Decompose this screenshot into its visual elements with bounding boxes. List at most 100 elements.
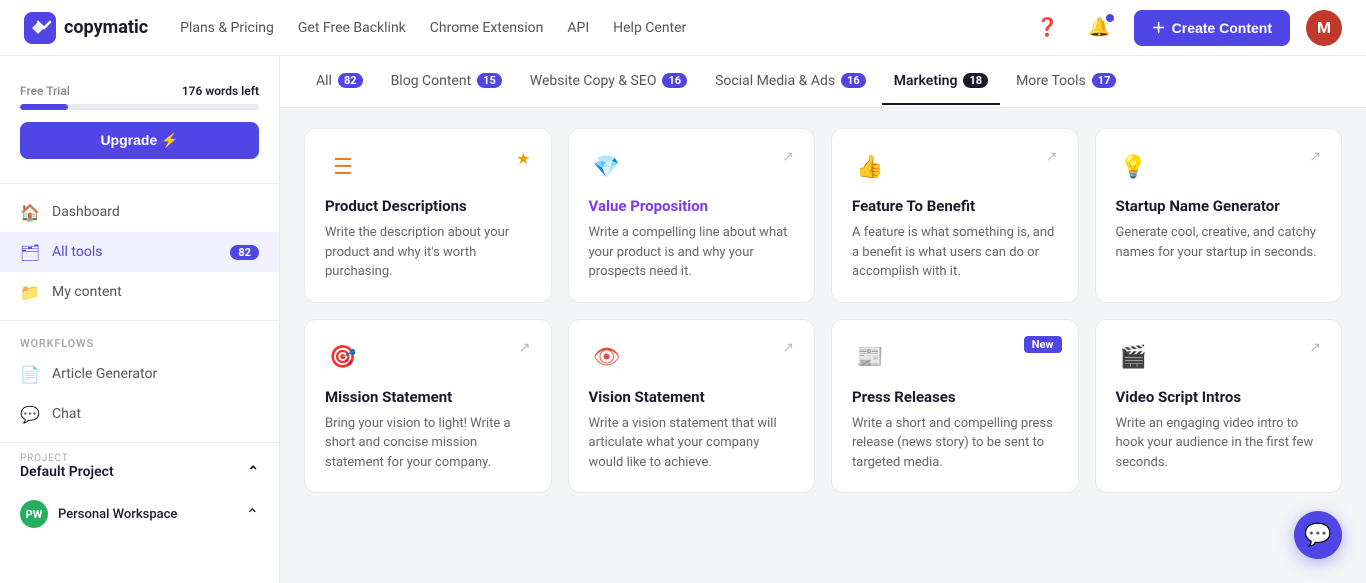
card-feature-benefit[interactable]: 👍 ↗ Feature To Benefit A feature is what…	[831, 128, 1079, 303]
arrow-icon: ↗	[782, 149, 794, 165]
logo[interactable]: copymatic	[24, 12, 148, 44]
project-section: PROJECT Default Project ⌃	[0, 442, 279, 490]
user-avatar[interactable]: M	[1306, 10, 1342, 46]
card-desc: Write the description about your product…	[325, 223, 531, 282]
tab-social[interactable]: Social Media & Ads 16	[703, 59, 878, 105]
card-mission[interactable]: 🎯 ↗ Mission Statement Bring your vision …	[304, 319, 552, 494]
mycontent-icon: 📁	[20, 282, 40, 302]
project-name[interactable]: Default Project ⌃	[20, 464, 259, 480]
free-trial-section: Free Trial 176 words left Upgrade ⚡	[0, 72, 279, 175]
personal-section[interactable]: PW Personal Workspace ⌃	[0, 490, 279, 538]
card-header: 🎬 ↗	[1116, 340, 1322, 376]
card-startup-name[interactable]: 💡 ↗ Startup Name Generator Generate cool…	[1095, 128, 1343, 303]
card-header: 📰 New	[852, 340, 1058, 376]
tab-more[interactable]: More Tools 17	[1004, 59, 1128, 105]
nav-right: ❓ 🔔 ＋ Create Content M	[1030, 10, 1342, 46]
sidebar: Free Trial 176 words left Upgrade ⚡ 🏠 Da…	[0, 56, 280, 583]
sidebar-item-article[interactable]: 📄 Article Generator	[0, 354, 279, 394]
arrow-icon: ↗	[782, 340, 794, 356]
card-header: ☰ ★	[325, 149, 531, 185]
star-icon: ★	[516, 149, 530, 168]
alltools-badge: 82	[230, 245, 259, 260]
mycontent-label: My content	[52, 284, 122, 300]
progress-bar	[20, 104, 259, 110]
new-badge: New	[1024, 336, 1062, 353]
tab-more-badge: 17	[1092, 73, 1117, 88]
brand-name: copymatic	[64, 17, 148, 38]
tab-website-badge: 16	[662, 73, 687, 88]
personal-chevron: ⌃	[246, 505, 259, 524]
free-trial-label: Free Trial	[20, 84, 70, 98]
article-icon: 📄	[20, 364, 40, 384]
main-content: All 82 Blog Content 15 Website Copy & SE…	[280, 56, 1366, 513]
card-press-releases[interactable]: 📰 New Press Releases Write a short and c…	[831, 319, 1079, 494]
card-desc: Write a vision statement that will artic…	[589, 414, 795, 473]
card-desc: Write an engaging video intro to hook yo…	[1116, 414, 1322, 473]
card-title: Product Descriptions	[325, 197, 531, 215]
card-title: Vision Statement	[589, 388, 795, 406]
progress-fill	[20, 104, 68, 110]
nav-chrome[interactable]: Chrome Extension	[430, 20, 544, 36]
nav-help[interactable]: Help Center	[613, 20, 686, 36]
tab-all[interactable]: All 82	[304, 59, 375, 105]
tab-blog-badge: 15	[477, 73, 502, 88]
card-icon: 👍	[852, 149, 888, 185]
card-header: 🎯 ↗	[325, 340, 531, 376]
create-content-btn[interactable]: ＋ Create Content	[1134, 10, 1290, 46]
workflows-label: Workflows	[0, 329, 279, 354]
card-desc: A feature is what something is, and a be…	[852, 223, 1058, 282]
card-title: Mission Statement	[325, 388, 531, 406]
sidebar-item-alltools[interactable]: 🗂 All tools 82	[0, 232, 279, 272]
help-icon-btn[interactable]: ❓	[1030, 10, 1066, 46]
arrow-icon: ↗	[1046, 149, 1058, 165]
chat-bubble[interactable]: 💬	[1294, 511, 1342, 559]
divider-1	[0, 183, 279, 184]
card-header: 💎 ↗	[589, 149, 795, 185]
cards-grid: ☰ ★ Product Descriptions Write the descr…	[280, 108, 1366, 513]
dashboard-label: Dashboard	[52, 204, 120, 220]
card-title: Startup Name Generator	[1116, 197, 1322, 215]
plus-icon: ＋	[1152, 18, 1166, 38]
notification-btn[interactable]: 🔔	[1082, 10, 1118, 46]
card-icon: 🎯	[325, 340, 361, 376]
nav-api[interactable]: API	[567, 20, 589, 36]
alltools-label: All tools	[52, 244, 102, 260]
card-icon: 🎬	[1116, 340, 1152, 376]
card-desc: Write a compelling line about what your …	[589, 223, 795, 282]
card-value-prop[interactable]: 💎 ↗ Value Proposition Write a compelling…	[568, 128, 816, 303]
chat-icon: 💬	[20, 404, 40, 424]
dashboard-icon: 🏠	[20, 202, 40, 222]
arrow-icon: ↗	[1309, 340, 1321, 356]
tab-marketing[interactable]: Marketing 18	[882, 59, 1000, 105]
tab-blog[interactable]: Blog Content 15	[379, 59, 514, 105]
logo-icon	[24, 12, 56, 44]
sidebar-item-dashboard[interactable]: 🏠 Dashboard	[0, 192, 279, 232]
card-icon: 📰	[852, 340, 888, 376]
card-icon: ☰	[325, 149, 361, 185]
project-chevron: ⌃	[247, 464, 259, 480]
personal-name: Personal Workspace	[58, 507, 236, 522]
tab-marketing-badge: 18	[963, 73, 988, 88]
card-header: 👍 ↗	[852, 149, 1058, 185]
card-vision[interactable]: 👁 ↗ Vision Statement Write a vision stat…	[568, 319, 816, 494]
card-video-script[interactable]: 🎬 ↗ Video Script Intros Write an engagin…	[1095, 319, 1343, 494]
tab-social-badge: 16	[841, 73, 866, 88]
sidebar-item-mycontent[interactable]: 📁 My content	[0, 272, 279, 312]
article-label: Article Generator	[52, 366, 157, 382]
card-icon: 💡	[1116, 149, 1152, 185]
tab-website[interactable]: Website Copy & SEO 16	[518, 59, 699, 105]
card-desc: Generate cool, creative, and catchy name…	[1116, 223, 1322, 262]
nav-plans[interactable]: Plans & Pricing	[180, 20, 274, 36]
arrow-icon: ↗	[1309, 149, 1321, 165]
card-product-desc[interactable]: ☰ ★ Product Descriptions Write the descr…	[304, 128, 552, 303]
upgrade-btn[interactable]: Upgrade ⚡	[20, 122, 259, 159]
divider-2	[0, 320, 279, 321]
card-title: Value Proposition	[589, 197, 795, 215]
nav-backlink[interactable]: Get Free Backlink	[298, 20, 406, 36]
alltools-icon: 🗂	[20, 242, 40, 262]
arrow-icon: ↗	[519, 340, 531, 356]
card-title: Video Script Intros	[1116, 388, 1322, 406]
sidebar-item-chat[interactable]: 💬 Chat	[0, 394, 279, 434]
nav-links: Plans & Pricing Get Free Backlink Chrome…	[180, 20, 1030, 36]
card-title: Feature To Benefit	[852, 197, 1058, 215]
